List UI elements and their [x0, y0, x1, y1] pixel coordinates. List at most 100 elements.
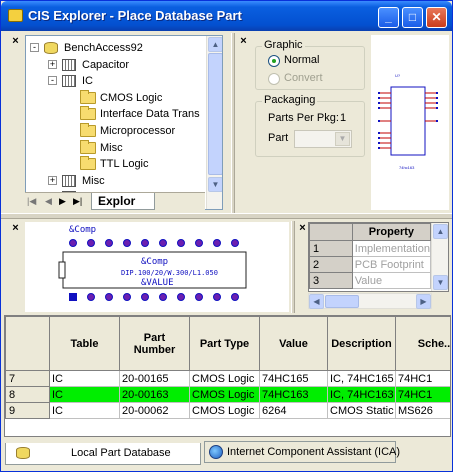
parts-corner-cell	[5, 316, 50, 371]
tree-node-label: Microprocessor	[100, 125, 176, 137]
property-scroll-down-icon[interactable]: ▼	[433, 275, 448, 290]
cell-table: IC	[49, 370, 120, 387]
parts-per-pkg-value: 1	[340, 112, 347, 124]
cell-value: 74HC163	[259, 386, 328, 403]
footprint-close-icon[interactable]: ×	[10, 223, 21, 234]
explorer-close-icon[interactable]: ×	[10, 36, 21, 47]
cell-description: IC, 74HC165	[327, 370, 396, 387]
tree-node-label: BenchAccess92	[64, 42, 143, 54]
tab-first-icon[interactable]: |◀	[27, 196, 36, 207]
cell-value: 6264	[259, 402, 328, 419]
footprint-dip-text: DIP.100/20/W.300/L1.050	[121, 269, 218, 277]
property-row[interactable]: 3 Value	[309, 272, 432, 289]
tab-prev-icon[interactable]: ◀	[45, 196, 52, 207]
vertical-splitter[interactable]	[231, 33, 235, 213]
property-close-icon[interactable]: ×	[297, 223, 308, 234]
scroll-thumb[interactable]	[208, 53, 222, 175]
footprint-pads-top	[69, 239, 239, 247]
footprint-value: &VALUE	[141, 278, 174, 288]
tree-vertical-scrollbar[interactable]: ▲ ▼	[206, 36, 222, 209]
folder-icon	[80, 123, 96, 137]
cell-part-type: CMOS Logic	[189, 386, 260, 403]
table-icon	[62, 174, 76, 187]
footprint-pads-bottom	[69, 293, 239, 301]
column-header[interactable]: Sche...	[395, 316, 450, 371]
property-hthumb[interactable]	[325, 295, 359, 308]
column-header[interactable]: Table	[49, 316, 120, 371]
part-select[interactable]: ▼	[294, 130, 352, 148]
convert-radio[interactable]	[268, 73, 280, 85]
ica-tab-label: Internet Component Assistant (ICA)	[227, 446, 401, 458]
tree-node-label: CMOS Logic	[100, 91, 163, 104]
tree-node-label: Misc	[100, 141, 123, 154]
property-table: Property 1 Implementation 2 PCB Footprint 3 V…	[309, 223, 432, 289]
column-header[interactable]: Part Number	[119, 316, 190, 371]
parts-grid[interactable]: Table Part Number Part Type Value Descriptio…	[4, 315, 451, 437]
expand-icon[interactable]: +	[48, 59, 57, 69]
normal-label: Normal	[284, 54, 320, 66]
property-row-number: 3	[309, 272, 353, 289]
explorer-tab[interactable]: Explor	[91, 193, 155, 210]
property-hscrollbar[interactable]: ◀ ▶	[308, 293, 432, 309]
dropdown-arrow-icon[interactable]: ▼	[335, 132, 350, 146]
property-scroll-left-icon[interactable]: ◀	[309, 294, 324, 309]
parts-row[interactable]: 8 IC 20-00163 CMOS Logic 74HC163 IC, 74HC163 7…	[5, 386, 450, 403]
expand-icon[interactable]: +	[48, 175, 57, 185]
graphic-legend: Graphic	[262, 39, 305, 51]
cell-description: CMOS Static	[327, 402, 396, 419]
folder-icon	[80, 89, 96, 104]
explorer-tab-strip: |◀ ◀ ▶ ▶| Explor	[25, 192, 205, 210]
folder-icon	[80, 139, 96, 154]
cell-description: IC, 74HC163	[327, 386, 396, 403]
title-bar[interactable]: CIS Explorer - Place Database Part _ □ ✕	[1, 1, 452, 31]
maximize-button[interactable]: □	[402, 7, 423, 28]
property-scrollbar[interactable]: ▲ ▼	[431, 223, 448, 291]
row-number: 7	[5, 370, 50, 387]
minimize-button[interactable]: _	[378, 7, 399, 28]
app-icon	[8, 9, 23, 22]
parts-row[interactable]: 9 IC 20-00062 CMOS Logic 6264 CMOS Static MS62…	[5, 402, 450, 419]
tree-node-label: TTL Logic	[100, 158, 149, 171]
symbol-graphic: U? 74hc163	[378, 73, 438, 170]
column-header[interactable]: Description	[327, 316, 396, 371]
property-row[interactable]: 1 Implementation	[309, 240, 432, 257]
part-label: Part	[268, 132, 289, 144]
property-grid[interactable]: Property 1 Implementation 2 PCB Footprint 3 V…	[308, 222, 449, 292]
tab-last-icon[interactable]: ▶|	[73, 196, 82, 207]
property-row-number: 2	[309, 256, 353, 273]
scroll-down-icon[interactable]: ▼	[208, 177, 222, 192]
close-button[interactable]: ✕	[426, 7, 447, 28]
tree-node-label: IC	[82, 75, 93, 88]
column-header[interactable]: Value	[259, 316, 328, 371]
database-icon	[16, 447, 30, 459]
ica-tab[interactable]: Internet Component Assistant (ICA)	[204, 441, 400, 463]
scroll-up-icon[interactable]: ▲	[208, 37, 222, 52]
footprint-graphic: &Comp &Comp DIP.100/20/W.300/L1.050 &VAL…	[58, 225, 247, 301]
normal-radio[interactable]	[268, 55, 280, 67]
vertical-splitter-2[interactable]	[291, 221, 295, 313]
parts-row[interactable]: 7 IC 20-00165 CMOS Logic 74HC165 IC, 74HC165 7…	[5, 370, 450, 387]
collapse-icon[interactable]: -	[30, 43, 39, 52]
cell-schematic: 74HC1	[395, 370, 450, 387]
horizontal-splitter[interactable]	[1, 213, 452, 219]
cell-value: 74HC165	[259, 370, 328, 387]
tab-next-icon[interactable]: ▶	[59, 196, 66, 207]
local-part-database-tab[interactable]: Local Part Database	[5, 443, 201, 465]
column-header[interactable]: Part Type	[189, 316, 260, 371]
property-row[interactable]: 2 PCB Footprint	[309, 256, 432, 273]
property-scroll-up-icon[interactable]: ▲	[433, 224, 448, 239]
bottom-tab-bar: Local Part Database Internet Component A…	[1, 439, 452, 471]
explorer-tree[interactable]: - BenchAccess92 + Capacitor - IC CMOS Logic Int…	[25, 35, 223, 210]
globe-icon	[209, 445, 223, 459]
row-number: 9	[5, 402, 50, 419]
maximize-icon: □	[408, 10, 417, 24]
property-header[interactable]: Property	[351, 223, 432, 241]
cell-schematic: MS626	[395, 402, 450, 419]
database-icon	[44, 42, 58, 54]
symbol-ref: U?	[395, 73, 401, 78]
collapse-icon[interactable]: -	[48, 76, 57, 86]
property-scroll-right-icon[interactable]: ▶	[416, 294, 431, 309]
cell-part-number: 20-00165	[119, 370, 190, 387]
cell-table: IC	[49, 386, 120, 403]
graphic-close-icon[interactable]: ×	[238, 36, 249, 47]
